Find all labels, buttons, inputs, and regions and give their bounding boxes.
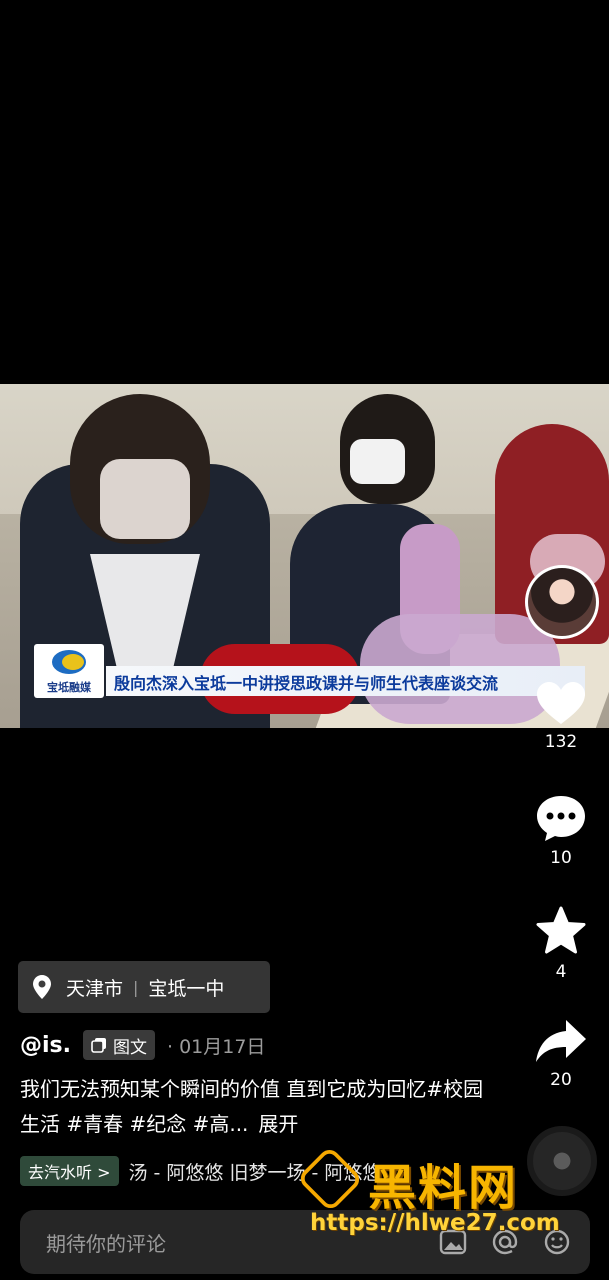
open-music-app-button[interactable]: 去汽水听 > [20, 1156, 119, 1186]
favorite-button[interactable]: 4 [519, 906, 603, 982]
description-text: 我们无法预知某个瞬间的价值 直到它成为回忆#校园生活 #青春 #纪念 #高... [20, 1077, 484, 1136]
avatar-image [528, 568, 596, 636]
news-lower-third: 宝坻融媒 殷向杰深入宝坻一中讲授思政课并与师生代表座谈交流 [30, 642, 585, 702]
comment-input-bar[interactable]: 期待你的评论 [20, 1210, 590, 1274]
post-date: · 01月17日 [167, 1035, 266, 1058]
heart-icon [537, 682, 585, 724]
share-arrow-icon [536, 1020, 586, 1062]
location-place: 宝坻一中 [148, 977, 225, 1000]
news-headline-strip: 殷向杰深入宝坻一中讲授思政课并与师生代表座谈交流 [106, 666, 585, 696]
post-type-label: 图文 [113, 1037, 147, 1058]
author-line: @is. 图文 · 01月17日 [20, 1028, 265, 1062]
comment-input[interactable]: 期待你的评论 [46, 1228, 438, 1257]
comment-count: 10 [550, 848, 572, 868]
post-description: 我们无法预知某个瞬间的价值 直到它成为回忆#校园生活 #青春 #纪念 #高...… [20, 1072, 490, 1142]
author-name[interactable]: @is. [20, 1033, 71, 1058]
star-icon [536, 906, 586, 954]
location-city: 天津市 [66, 977, 124, 1000]
student-left-face-blurred [100, 459, 190, 539]
music-disc[interactable] [527, 1126, 597, 1196]
student-middle-mask [350, 439, 405, 484]
news-logo: 宝坻融媒 [34, 644, 104, 698]
news-logo-mark-accent [62, 654, 84, 670]
news-logo-text: 宝坻融媒 [47, 681, 91, 694]
location-chip[interactable]: 天津市 | 宝坻一中 [18, 961, 270, 1013]
music-row: 去汽水听 > 汤 - 阿悠悠 旧梦一场 - 阿悠悠 [20, 1154, 520, 1188]
like-button[interactable]: 132 [519, 680, 603, 752]
share-count: 20 [550, 1070, 572, 1090]
share-button[interactable]: 20 [519, 1018, 603, 1090]
mention-icon[interactable] [490, 1227, 520, 1257]
location-pin-icon [33, 975, 51, 999]
image-post-icon [91, 1038, 106, 1053]
post-type-badge: 图文 [83, 1030, 155, 1060]
news-headline: 殷向杰深入宝坻一中讲授思政课并与师生代表座谈交流 [114, 674, 499, 693]
emoji-icon[interactable] [542, 1227, 572, 1257]
author-avatar[interactable] [525, 565, 599, 639]
video-frame[interactable]: 宝坻融媒 殷向杰深入宝坻一中讲授思政课并与师生代表座谈交流 [0, 384, 609, 728]
image-picker-icon[interactable] [438, 1227, 468, 1257]
comment-bar-icons [438, 1227, 572, 1257]
location-separator: | [133, 977, 139, 997]
like-count: 132 [544, 732, 578, 752]
comment-button[interactable]: 10 [519, 794, 603, 868]
comment-bubble-icon [537, 796, 585, 841]
favorite-count: 4 [555, 962, 567, 982]
expand-button[interactable]: 展开 [258, 1112, 298, 1136]
music-track[interactable]: 汤 - 阿悠悠 旧梦一场 - 阿悠悠 [129, 1158, 382, 1185]
